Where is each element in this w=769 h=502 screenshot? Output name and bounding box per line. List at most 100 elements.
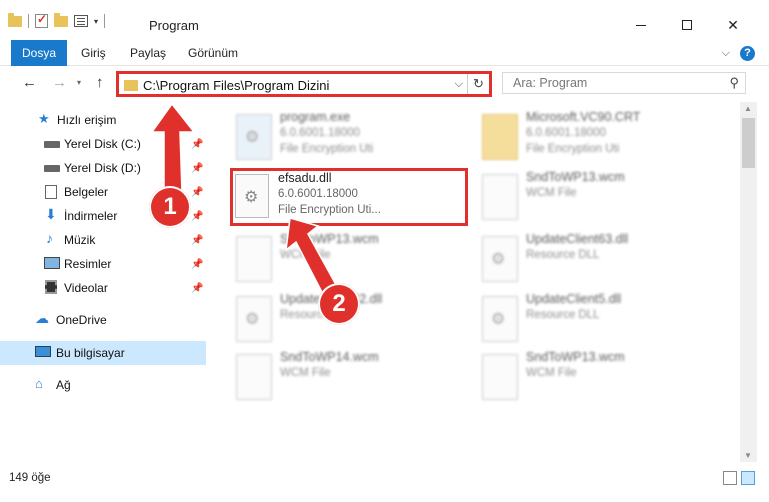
new-folder-icon[interactable] — [54, 12, 68, 27]
sidebar-item-network[interactable]: ⌂ Ağ — [0, 373, 206, 397]
dll-file-gear-icon — [235, 174, 269, 218]
navigation-bar: ← → ▾ ↑ C:\Program Files\Program Dizini … — [0, 66, 769, 102]
address-path[interactable]: C:\Program Files\Program Dizini — [143, 78, 329, 93]
dll-file-gear-icon — [482, 296, 518, 342]
folder-icon — [8, 12, 22, 27]
file-item-efsadu[interactable]: efsadu.dll 6.0.6001.18000 File Encryptio… — [230, 168, 468, 226]
sidebar-item-label: Yerel Disk (C:) — [64, 137, 141, 151]
file-item[interactable]: SndToWP13.wcm WCM File — [478, 348, 718, 408]
file-type: WCM File — [280, 249, 331, 261]
customize-icon[interactable] — [74, 15, 88, 27]
scroll-down-icon[interactable]: ▼ — [744, 451, 752, 460]
file-type: WCM File — [526, 367, 577, 379]
sidebar-item-label: Resimler — [64, 257, 112, 271]
sidebar-item-pictures[interactable]: Resimler 📌 — [0, 252, 206, 276]
file-name: UpdateClient5.dll — [526, 292, 622, 306]
sidebar-item-onedrive[interactable]: ☁ OneDrive — [0, 308, 206, 332]
tab-home[interactable]: Giriş — [71, 40, 116, 66]
address-bar[interactable]: C:\Program Files\Program Dizini ⌵ ↻ — [116, 71, 492, 97]
sidebar-item-label: İndirmeler — [64, 209, 118, 223]
recent-locations-icon[interactable]: ▾ — [77, 78, 81, 87]
pin-icon: 📌 — [191, 258, 204, 270]
file-name: SndToWP13.wcm — [526, 350, 625, 364]
close-button[interactable]: ✕ — [710, 10, 756, 40]
divider — [104, 14, 106, 28]
chevron-down-icon[interactable]: ▾ — [94, 17, 98, 26]
expand-ribbon-icon[interactable]: ⌵ — [722, 47, 730, 60]
file-version: 6.0.6001.18000 — [526, 127, 606, 139]
search-box[interactable]: Ara: Program ⚲ — [502, 72, 746, 94]
forward-arrow-icon[interactable]: → — [52, 74, 67, 91]
folder-icon — [124, 80, 138, 91]
file-description: File Encryption Uti — [526, 143, 620, 155]
sidebar-item-label: Belgeler — [64, 185, 109, 199]
file-item[interactable]: UpdateClient5.dll Resource DLL — [478, 290, 718, 350]
sidebar-item-label: Müzik — [64, 233, 96, 247]
sidebar-item-disk-c[interactable]: Yerel Disk (C:) 📌 — [0, 132, 206, 156]
title-bar: ▾ Program ✕ — [0, 0, 769, 40]
vertical-scrollbar[interactable]: ▲ ▼ — [740, 102, 757, 462]
file-item[interactable]: program.exe 6.0.6001.18000 File Encrypti… — [232, 108, 472, 168]
star-icon: ★ — [38, 111, 50, 126]
computer-icon — [35, 346, 51, 357]
file-name: SndToWP13.wcm — [280, 232, 379, 246]
disk-icon — [44, 141, 60, 148]
dll-file-gear-icon — [236, 296, 272, 342]
properties-check-icon[interactable] — [35, 12, 48, 28]
sidebar-item-label: Videolar — [64, 281, 108, 295]
sidebar-item-label: OneDrive — [56, 313, 107, 327]
video-icon — [45, 280, 57, 294]
pin-icon: 📌 — [191, 138, 204, 150]
file-type: Resource DLL — [526, 309, 600, 321]
search-icon[interactable]: ⚲ — [729, 75, 739, 91]
step-badge-2: 2 — [318, 283, 360, 325]
file-name: UpdateClient63.dll — [526, 232, 629, 246]
file-list: program.exe 6.0.6001.18000 File Encrypti… — [206, 102, 740, 462]
network-icon: ⌂ — [35, 376, 43, 391]
dll-file-gear-icon — [482, 236, 518, 282]
window-title: Program — [149, 18, 199, 33]
tiles-view-icon[interactable] — [741, 471, 755, 485]
help-icon[interactable]: ? — [740, 46, 755, 61]
maximize-button[interactable] — [664, 10, 710, 40]
minimize-button[interactable] — [618, 10, 664, 40]
exe-file-icon — [236, 114, 272, 160]
file-version: 6.0.6001.18000 — [280, 127, 360, 139]
sidebar-item-label: Ağ — [56, 378, 71, 392]
ribbon-tabs: Dosya Giriş Paylaş Görünüm ⌵ ? — [0, 40, 769, 66]
file-item[interactable]: SndToWP13.wcm WCM File — [232, 230, 472, 290]
document-icon — [45, 185, 57, 199]
file-item[interactable]: Microsoft.VC90.CRT 6.0.6001.18000 File E… — [478, 108, 718, 168]
file-item[interactable]: UpdateClient63.dll Resource DLL — [478, 230, 718, 290]
address-dropdown-icon[interactable]: ⌵ — [455, 78, 463, 91]
file-item[interactable]: SndToWP14.wcm WCM File — [232, 348, 472, 408]
sidebar-item-disk-d[interactable]: Yerel Disk (D:) 📌 — [0, 156, 206, 180]
file-item[interactable]: SndToWP13.wcm WCM File — [478, 168, 718, 228]
file-page-icon — [482, 174, 518, 220]
disk-icon — [44, 165, 60, 172]
file-name: SndToWP13.wcm — [526, 170, 625, 184]
details-view-icon[interactable] — [723, 471, 737, 485]
up-arrow-icon[interactable]: ↑ — [96, 74, 104, 91]
file-page-icon — [236, 354, 272, 400]
sidebar-item-quick-access[interactable]: ★ Hızlı erişim — [0, 108, 206, 132]
sidebar-item-music[interactable]: ♪ Müzik 📌 — [0, 228, 206, 252]
scroll-thumb[interactable] — [742, 118, 755, 168]
tab-file[interactable]: Dosya — [11, 40, 67, 66]
sidebar-item-label: Bu bilgisayar — [56, 346, 125, 360]
sidebar-item-this-pc[interactable]: Bu bilgisayar — [0, 341, 206, 365]
minimize-icon — [636, 24, 646, 26]
ribbon-controls: ⌵ ? — [722, 46, 755, 61]
file-type: WCM File — [280, 367, 331, 379]
quick-access-toolbar: ▾ — [8, 12, 106, 28]
back-arrow-icon[interactable]: ← — [22, 74, 37, 91]
tab-share[interactable]: Paylaş — [120, 40, 176, 66]
search-input[interactable]: Ara: Program — [513, 76, 587, 90]
navigation-pane: ★ Hızlı erişim Yerel Disk (C:) 📌 Yerel D… — [0, 102, 206, 462]
sidebar-item-videos[interactable]: Videolar 📌 — [0, 276, 206, 300]
scroll-up-icon[interactable]: ▲ — [744, 104, 752, 113]
refresh-icon[interactable]: ↻ — [467, 74, 489, 94]
file-page-icon — [482, 354, 518, 400]
file-name: program.exe — [280, 110, 351, 124]
tab-view[interactable]: Görünüm — [178, 40, 248, 66]
